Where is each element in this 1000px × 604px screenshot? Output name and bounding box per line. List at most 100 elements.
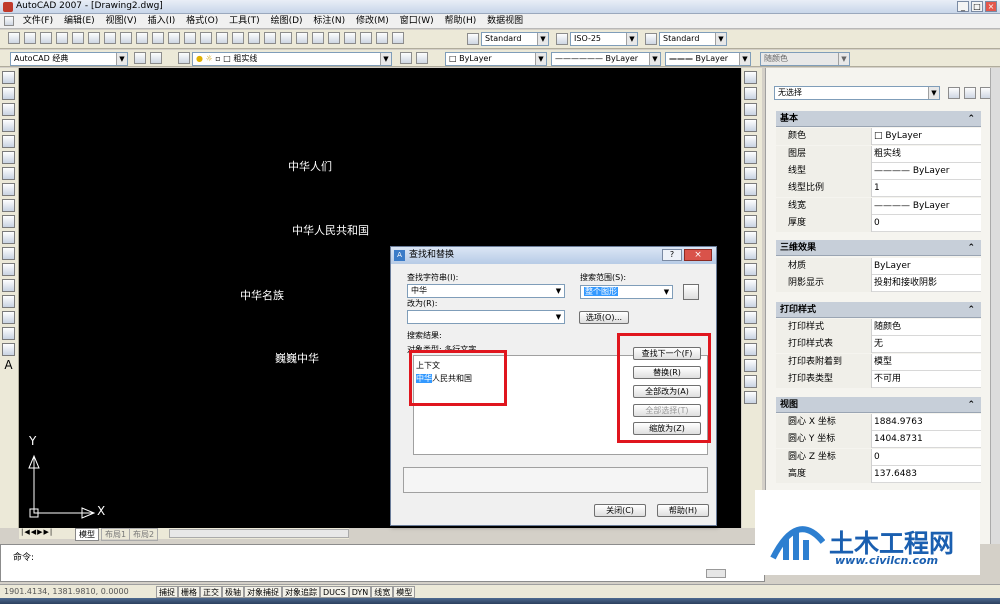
prop-row[interactable]: 线宽 ———— ByLayer xyxy=(776,198,981,215)
sheet-set-icon[interactable] xyxy=(344,32,356,44)
workspace-save-icon[interactable] xyxy=(150,52,162,64)
properties-icon[interactable] xyxy=(296,32,308,44)
replace-input[interactable]: ▼ xyxy=(407,310,565,324)
tab-layout2[interactable]: 布局2 xyxy=(129,528,159,541)
zoom-realtime-icon[interactable] xyxy=(248,32,260,44)
snap-toggle[interactable]: 捕捉 xyxy=(156,586,178,598)
menu-dimension[interactable]: 标注(N) xyxy=(309,14,349,29)
scale-icon[interactable] xyxy=(744,183,757,196)
lineweight-toggle[interactable]: 线宽 xyxy=(371,586,394,598)
menu-dataview[interactable]: 数据视图 xyxy=(483,14,527,29)
prop-row[interactable]: 高度 137.6483 xyxy=(776,466,981,483)
prop-row[interactable]: 厚度 0 xyxy=(776,215,981,232)
ellipse-arc-icon[interactable] xyxy=(2,231,15,244)
canvas-text-2[interactable]: 中华人民共和国 xyxy=(292,222,369,238)
calculator-icon[interactable] xyxy=(376,32,388,44)
publish-icon[interactable] xyxy=(88,32,100,44)
array-icon[interactable] xyxy=(744,135,757,148)
design-center-icon[interactable] xyxy=(312,32,324,44)
workspace-combo[interactable]: AutoCAD 经典 ▼ xyxy=(10,52,128,66)
section-header-3d[interactable]: 三维效果 ⌃ xyxy=(776,240,981,256)
tab-nav-arrows-icon[interactable]: |◀◀▶▶| xyxy=(21,528,53,536)
move-icon[interactable] xyxy=(744,151,757,164)
circle-icon[interactable] xyxy=(2,167,15,180)
mirror-icon[interactable] xyxy=(744,103,757,116)
dialog-close-button[interactable]: 关闭(C) xyxy=(594,504,646,517)
point-icon[interactable] xyxy=(2,279,15,292)
ortho-toggle[interactable]: 正交 xyxy=(200,586,222,598)
find-input[interactable]: 中华 ▼ xyxy=(407,284,565,298)
prop-row[interactable]: 材质 ByLayer xyxy=(776,258,981,275)
model-toggle[interactable]: 模型 xyxy=(393,586,416,598)
draworder-below-icon[interactable] xyxy=(744,391,757,404)
dyn-toggle[interactable]: DYN xyxy=(348,586,372,598)
ellipse-icon[interactable] xyxy=(2,215,15,228)
menu-help[interactable]: 帮助(H) xyxy=(441,14,481,29)
stretch-icon[interactable] xyxy=(744,199,757,212)
spline-icon[interactable] xyxy=(2,199,15,212)
prop-row[interactable]: 打印表附着到 模型 xyxy=(776,354,981,371)
copy-object-icon[interactable] xyxy=(744,87,757,100)
extend-icon[interactable] xyxy=(744,231,757,244)
print-icon[interactable] xyxy=(56,32,68,44)
horizontal-scrollbar[interactable] xyxy=(169,529,349,538)
prop-row[interactable]: 打印表类型 不可用 xyxy=(776,371,981,388)
prop-row[interactable]: 圆心 Y 坐标 1404.8731 xyxy=(776,431,981,448)
block-editor-icon[interactable] xyxy=(184,32,196,44)
color-combo[interactable]: □ ByLayer ▼ xyxy=(445,52,547,66)
options-button[interactable]: 选项(O)... xyxy=(579,311,629,324)
command-scroll-thumb[interactable] xyxy=(706,569,726,578)
trim-icon[interactable] xyxy=(744,215,757,228)
cut-icon[interactable] xyxy=(120,32,132,44)
tab-layout1[interactable]: 布局1 xyxy=(101,528,131,541)
otrack-toggle[interactable]: 对象追踪 xyxy=(282,586,320,598)
polar-toggle[interactable]: 极轴 xyxy=(222,586,244,598)
text-style-icon[interactable] xyxy=(467,33,479,45)
menu-tools[interactable]: 工具(T) xyxy=(225,14,264,29)
draworder-back-icon[interactable] xyxy=(744,359,757,372)
rotate-icon[interactable] xyxy=(744,167,757,180)
make-layer-current-icon[interactable] xyxy=(400,52,412,64)
prop-row[interactable]: 线型比例 1 xyxy=(776,180,981,197)
prop-row[interactable]: 阴影显示 投射和接收阴影 xyxy=(776,275,981,292)
dialog-close-icon[interactable]: × xyxy=(684,249,712,261)
line-icon[interactable] xyxy=(2,71,15,84)
draworder-front-icon[interactable] xyxy=(744,343,757,356)
plotstyle-combo[interactable]: 随颜色 ▼ xyxy=(760,52,850,66)
minimize-button[interactable]: _ xyxy=(957,1,969,12)
preview-icon[interactable] xyxy=(72,32,84,44)
linetype-combo[interactable]: —————— ByLayer ▼ xyxy=(551,52,661,66)
zoom-window-icon[interactable] xyxy=(264,32,276,44)
markup-icon[interactable] xyxy=(360,32,372,44)
construction-line-icon[interactable] xyxy=(2,87,15,100)
explode-icon[interactable] xyxy=(744,327,757,340)
prop-row[interactable]: 圆心 X 坐标 1884.9763 xyxy=(776,414,981,431)
table-style-combo[interactable]: Standard ▼ xyxy=(659,32,727,46)
table-icon[interactable] xyxy=(2,343,15,356)
tab-model[interactable]: 模型 xyxy=(75,528,99,541)
insert-block-icon[interactable] xyxy=(2,247,15,260)
section-header-plotstyle[interactable]: 打印样式 ⌃ xyxy=(776,302,981,318)
menu-edit[interactable]: 编辑(E) xyxy=(60,14,99,29)
coordinates-readout[interactable]: 1901.4134, 1381.9810, 0.0000 xyxy=(4,587,129,596)
erase-icon[interactable] xyxy=(744,71,757,84)
copy-icon[interactable] xyxy=(136,32,148,44)
section-header-basic[interactable]: 基本 ⌃ xyxy=(776,111,981,127)
ducs-toggle[interactable]: DUCS xyxy=(320,586,349,598)
revcloud-icon[interactable] xyxy=(2,183,15,196)
polygon-icon[interactable] xyxy=(2,119,15,132)
close-window-button[interactable]: × xyxy=(985,1,997,12)
table-style-icon[interactable] xyxy=(645,33,657,45)
help-icon[interactable] xyxy=(392,32,404,44)
hatch-icon[interactable] xyxy=(2,295,15,308)
menu-draw[interactable]: 绘图(D) xyxy=(267,14,307,29)
zoom-previous-icon[interactable] xyxy=(280,32,292,44)
dialog-help-button[interactable]: 帮助(H) xyxy=(657,504,709,517)
gradient-icon[interactable] xyxy=(2,311,15,324)
break-at-point-icon[interactable] xyxy=(744,247,757,260)
prop-row[interactable]: 圆心 Z 坐标 0 xyxy=(776,449,981,466)
canvas-text-4[interactable]: 巍巍中华 xyxy=(275,350,319,366)
new-icon[interactable] xyxy=(8,32,20,44)
make-block-icon[interactable] xyxy=(2,263,15,276)
canvas-text-3[interactable]: 中华名族 xyxy=(240,287,284,303)
